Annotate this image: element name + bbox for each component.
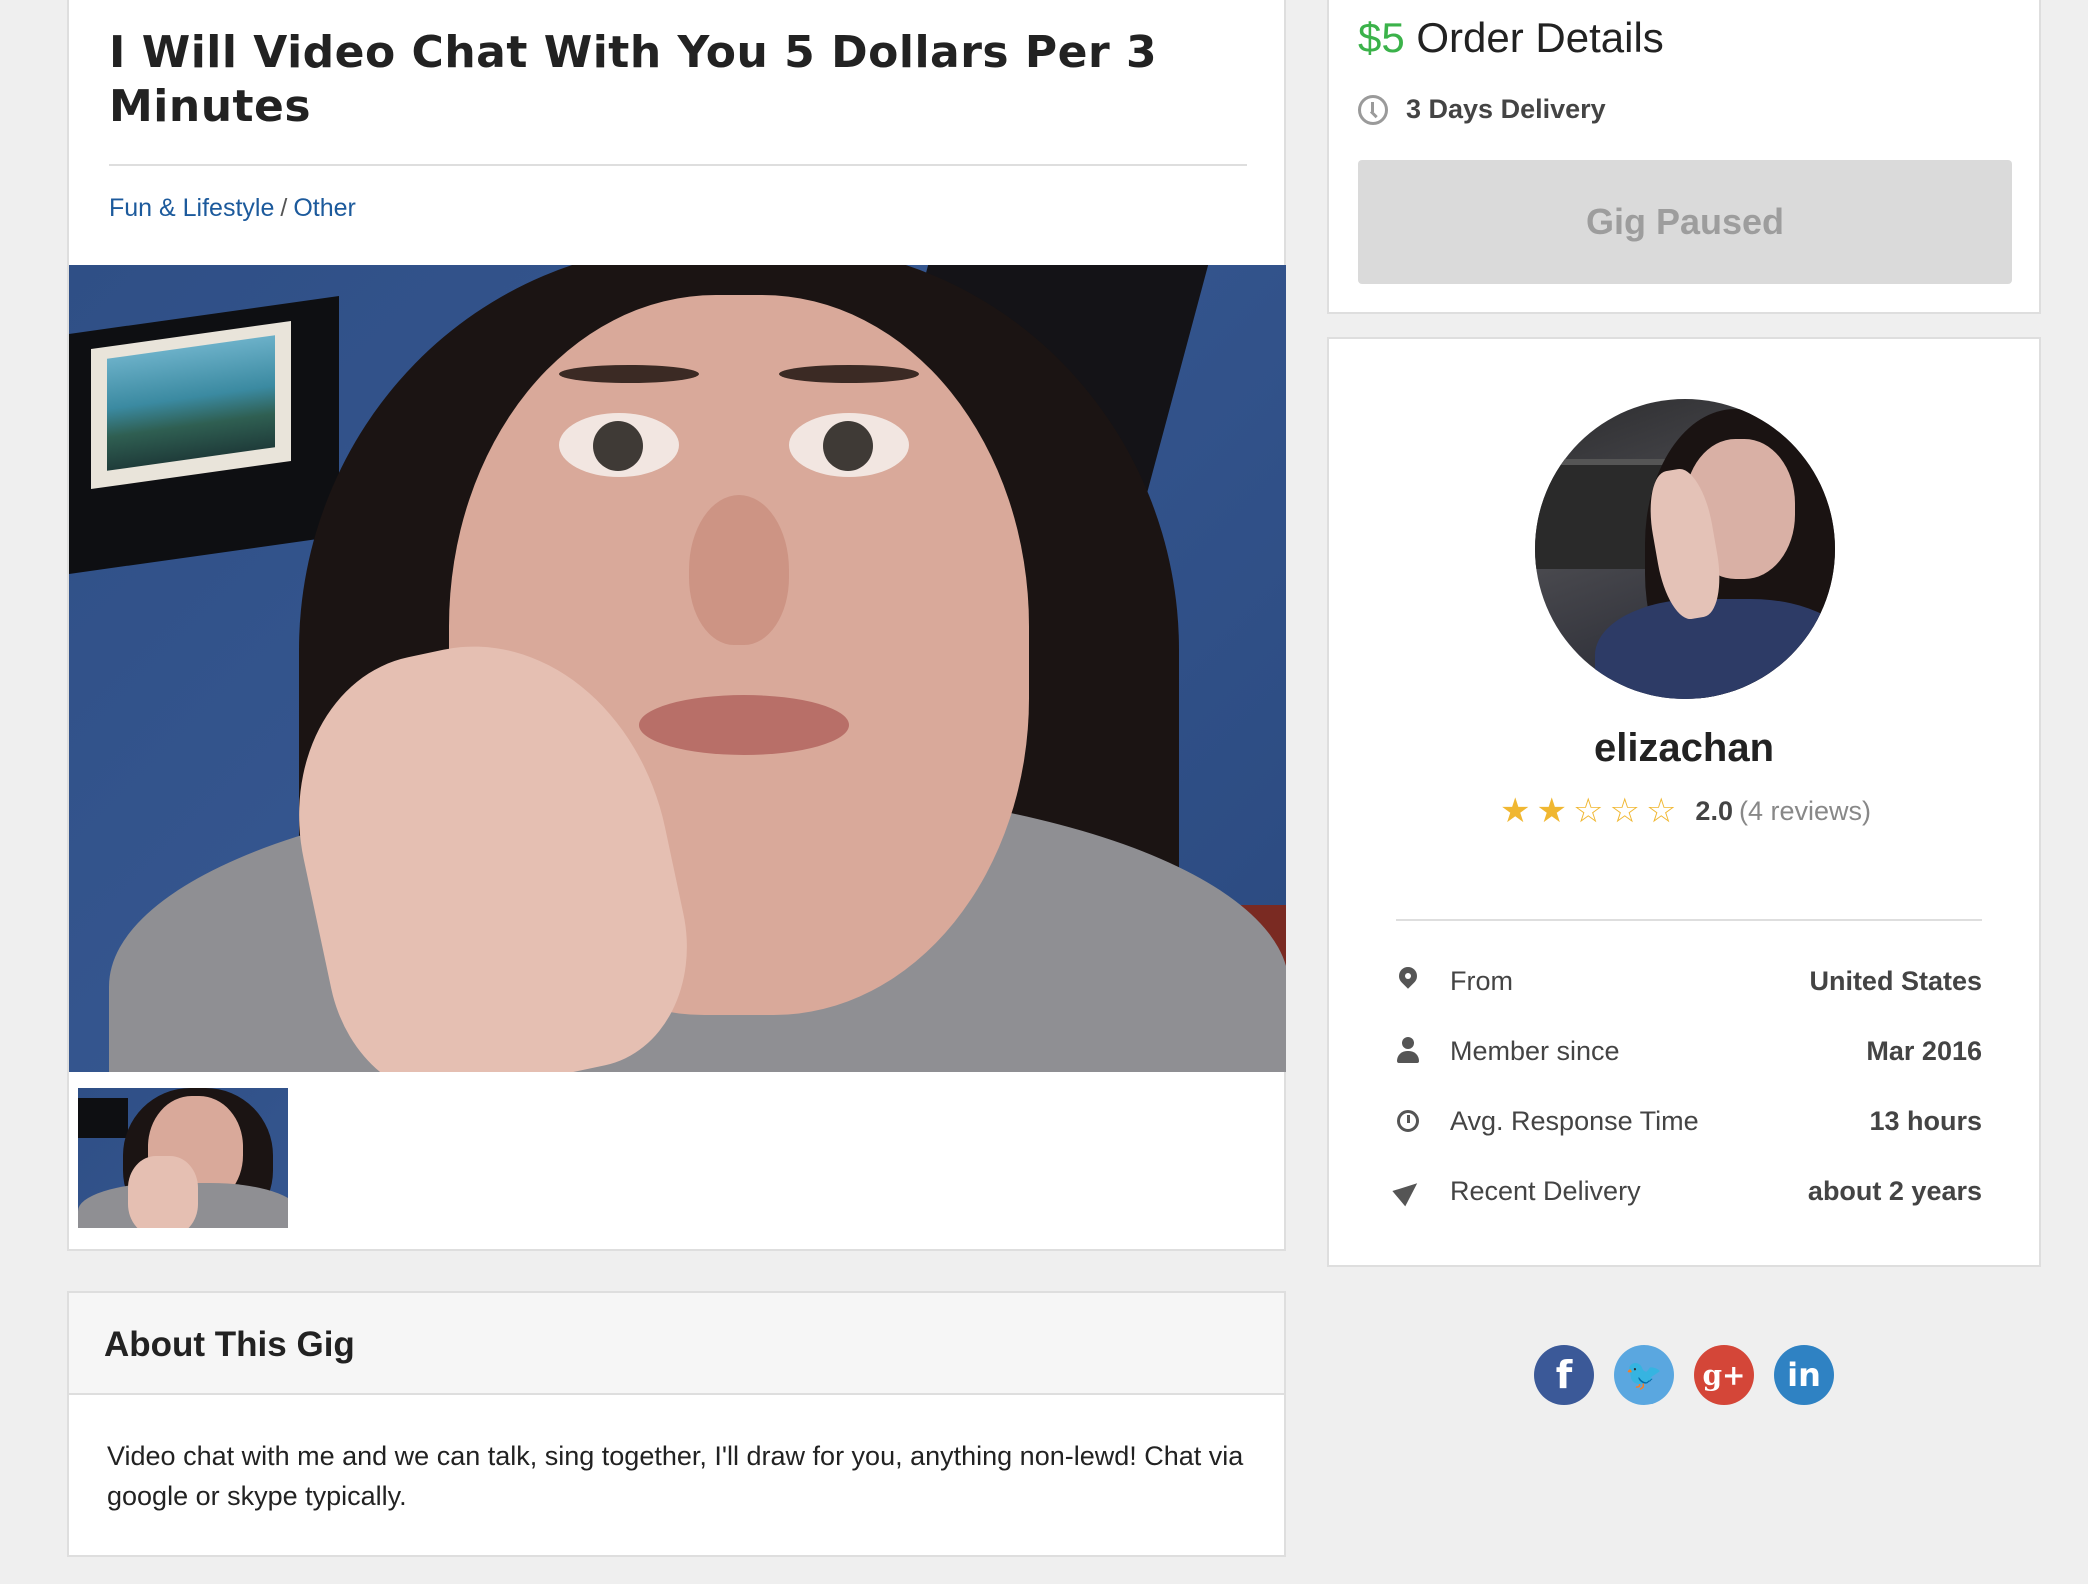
title-divider	[109, 164, 1247, 166]
photo-nose	[689, 495, 789, 645]
photo-lips	[639, 695, 849, 755]
linkedin-icon: in	[1787, 1356, 1821, 1394]
map-pin-icon	[1396, 967, 1420, 995]
order-details-heading: $5 Order Details	[1358, 14, 1664, 62]
seller-card: elizachan ★ ★ ☆ ☆ ☆ 2.0 (4 reviews) From Uni…	[1327, 337, 2041, 1267]
stat-row-member-since: Member since Mar 2016	[1396, 1031, 1982, 1071]
stat-row-response-time: Avg. Response Time 13 hours	[1396, 1101, 1982, 1141]
paper-plane-icon	[1396, 1177, 1420, 1205]
stat-value: Mar 2016	[1866, 1035, 1982, 1066]
gig-paused-button[interactable]: Gig Paused	[1358, 160, 2012, 284]
stat-row-recent-delivery: Recent Delivery about 2 years	[1396, 1171, 1982, 1211]
google-plus-share-button[interactable]: g+	[1694, 1345, 1754, 1405]
gig-main-image[interactable]	[69, 265, 1286, 1072]
breadcrumb: Fun & Lifestyle / Other	[109, 194, 356, 223]
seller-username[interactable]: elizachan	[1329, 726, 2039, 771]
stat-value: United States	[1809, 965, 1982, 996]
delivery-time: 3 Days Delivery	[1358, 94, 1606, 125]
thumb-frame	[78, 1098, 128, 1138]
stat-label: From	[1450, 965, 1513, 996]
order-details-card: $5 Order Details 3 Days Delivery Gig Pau…	[1327, 0, 2041, 314]
stat-label: Member since	[1450, 1035, 1620, 1066]
twitter-icon: 🐦	[1625, 1357, 1663, 1393]
avatar[interactable]	[1535, 399, 1835, 699]
breadcrumb-category-link[interactable]: Fun & Lifestyle	[109, 194, 274, 222]
facebook-icon: f	[1555, 1353, 1573, 1397]
stat-row-from: From United States	[1396, 961, 1982, 1001]
about-gig-description: Video chat with me and we can talk, sing…	[107, 1441, 1244, 1511]
breadcrumb-subcategory-link[interactable]: Other	[293, 194, 356, 222]
star-empty-icon: ☆	[1572, 792, 1604, 830]
linkedin-share-button[interactable]: in	[1774, 1345, 1834, 1405]
about-gig-heading: About This Gig	[104, 1325, 355, 1364]
order-price: $5	[1358, 14, 1405, 61]
gig-thumbnail[interactable]	[78, 1088, 288, 1228]
star-filled-icon: ★	[1500, 792, 1531, 830]
thumb-hand	[128, 1156, 198, 1228]
delivery-label: 3 Days Delivery	[1406, 94, 1606, 124]
rating-stars: ★ ★ ☆ ☆ ☆	[1497, 794, 1679, 829]
avatar-body	[1595, 599, 1835, 699]
photo-frame-art	[107, 335, 275, 471]
photo-right-brow	[779, 365, 919, 383]
facebook-share-button[interactable]: f	[1534, 1345, 1594, 1405]
clock-icon	[1358, 94, 1388, 125]
order-details-title: Order Details	[1416, 14, 1664, 61]
user-icon	[1396, 1037, 1420, 1065]
gig-card: I Will Video Chat With You 5 Dollars Per…	[67, 0, 1286, 1251]
photo-left-brow	[559, 365, 699, 383]
rating-review-count[interactable]: (4 reviews)	[1739, 796, 1871, 827]
breadcrumb-separator: /	[280, 194, 288, 222]
star-empty-icon: ☆	[1609, 792, 1640, 830]
stat-label: Avg. Response Time	[1450, 1105, 1699, 1136]
star-filled-icon: ★	[1536, 792, 1567, 830]
about-gig-card: About This Gig Video chat with me and we…	[67, 1291, 1286, 1557]
star-empty-icon: ☆	[1645, 792, 1677, 830]
about-gig-header: About This Gig	[69, 1293, 1284, 1395]
stat-value: about 2 years	[1807, 1175, 1982, 1206]
seller-rating: ★ ★ ☆ ☆ ☆ 2.0 (4 reviews)	[1329, 794, 2039, 829]
stat-label: Recent Delivery	[1450, 1175, 1641, 1206]
seller-divider	[1396, 919, 1982, 921]
rating-score: 2.0	[1695, 796, 1733, 826]
photo-right-eye	[789, 413, 909, 477]
twitter-share-button[interactable]: 🐦	[1614, 1345, 1674, 1405]
stat-value: 13 hours	[1869, 1105, 1982, 1136]
photo-left-eye	[559, 413, 679, 477]
google-plus-icon: g+	[1702, 1358, 1746, 1392]
clock-icon	[1396, 1107, 1420, 1135]
gig-title: I Will Video Chat With You 5 Dollars Per…	[109, 27, 1158, 132]
